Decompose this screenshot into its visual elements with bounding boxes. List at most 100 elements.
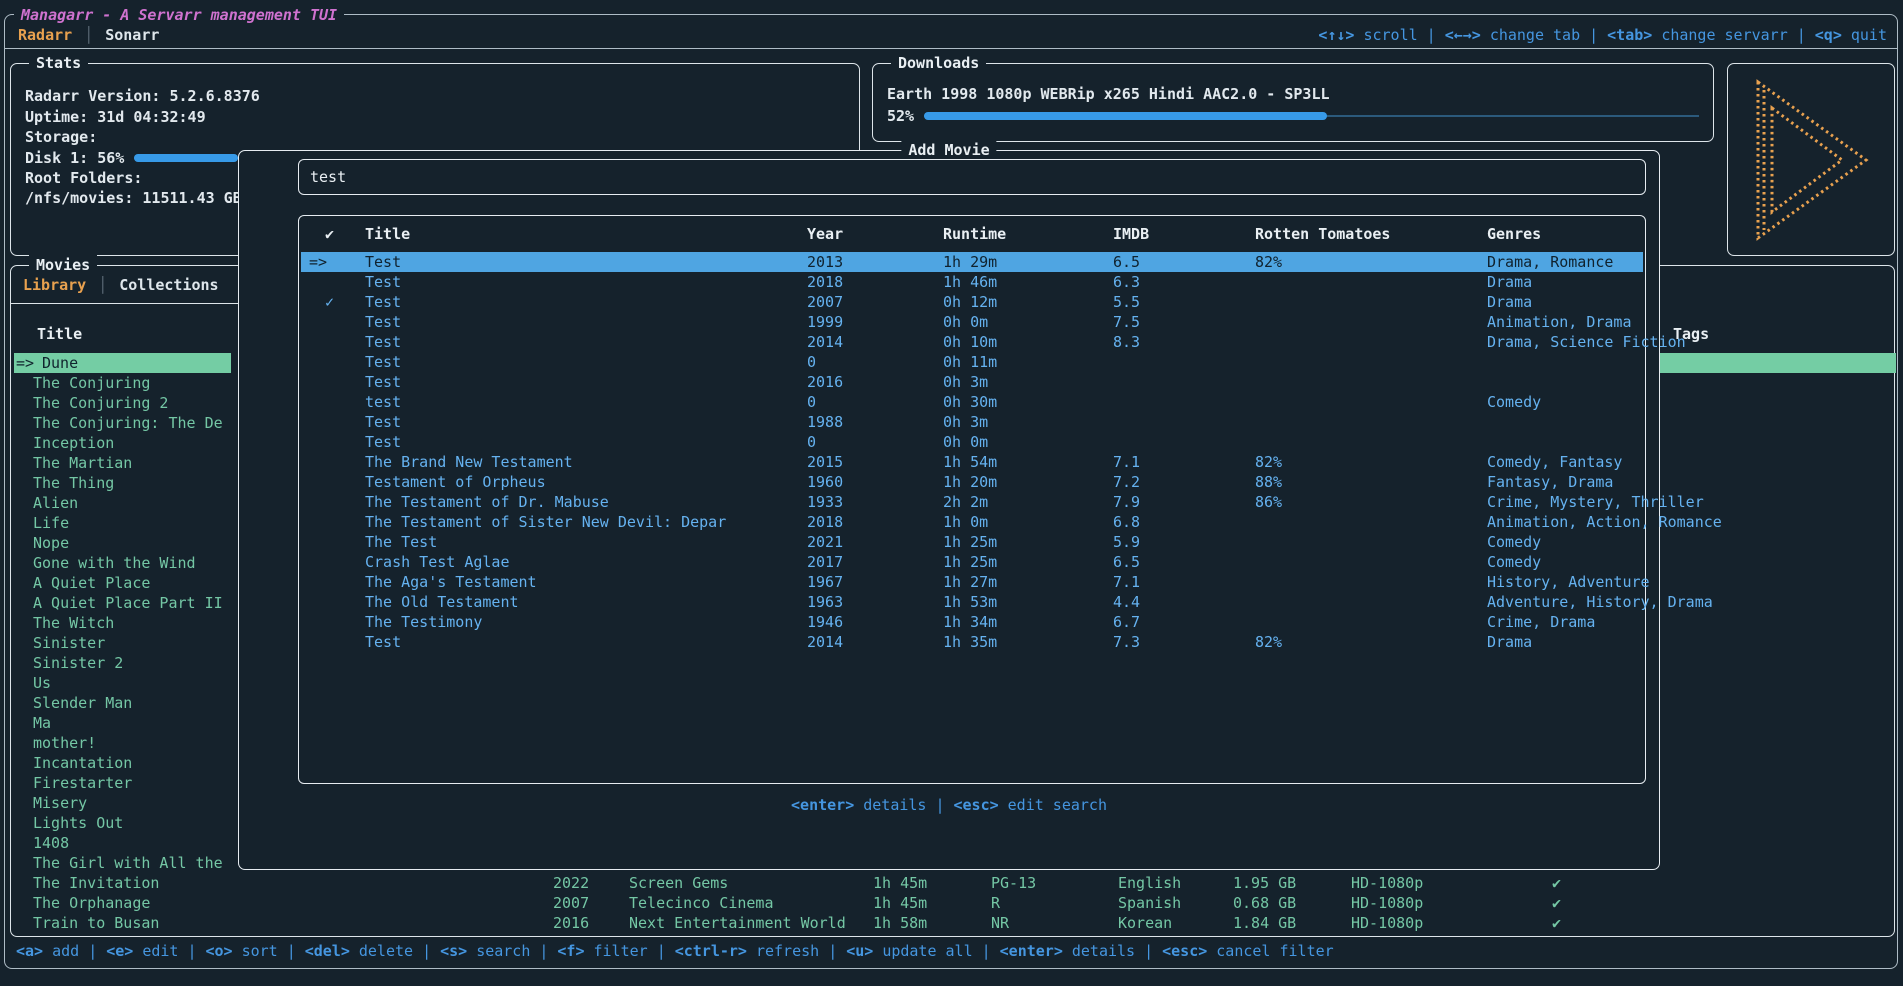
hint-key: <esc> <box>953 796 998 814</box>
result-year: 1988 <box>807 412 843 432</box>
search-result-row[interactable]: Test 0 0h 11m <box>301 352 1643 372</box>
movie-studio: Telecinco Cinema <box>629 893 774 913</box>
search-result-row[interactable]: Test 2016 0h 3m <box>301 372 1643 392</box>
result-imdb: 4.4 <box>1113 592 1140 612</box>
keyboard-hint: <enter>details <box>973 941 1135 961</box>
movie-title: mother! <box>33 733 96 753</box>
top-hints: <↑↓>scroll<←→>change tab<tab>change serv… <box>1318 25 1887 45</box>
result-runtime: 1h 25m <box>943 532 997 552</box>
result-year: 2018 <box>807 272 843 292</box>
search-result-row[interactable]: The Aga's Testament 1967 1h 27m 7.1 Hist… <box>301 572 1643 592</box>
result-imdb: 7.9 <box>1113 492 1140 512</box>
hint-label: add <box>52 942 79 960</box>
keyboard-hint: <u>update all <box>819 941 972 961</box>
result-in-library-check: ✓ <box>325 292 334 312</box>
movies-tab[interactable]: Library <box>23 275 86 295</box>
result-title: test <box>365 392 401 412</box>
results-column-rotten-tomatoes: Rotten Tomatoes <box>1255 224 1390 244</box>
stats-root-folder: /nfs/movies: 11511.43 GB <box>25 188 242 208</box>
search-result-row[interactable]: test 0 0h 30m Comedy <box>301 392 1643 412</box>
search-result-row[interactable]: Test 0 0h 0m <box>301 432 1643 452</box>
results-column-title: Title <box>365 224 410 244</box>
search-result-row[interactable]: => Test 2013 1h 29m 6.5 82% Drama, Roman… <box>301 252 1643 272</box>
search-result-row[interactable]: The Testament of Dr. Mabuse 1933 2h 2m 7… <box>301 492 1643 512</box>
result-imdb: 7.2 <box>1113 472 1140 492</box>
result-imdb: 8.3 <box>1113 332 1140 352</box>
search-result-row[interactable]: Test 2018 1h 46m 6.3 Drama <box>301 272 1643 292</box>
result-runtime: 1h 34m <box>943 612 997 632</box>
result-runtime: 0h 10m <box>943 332 997 352</box>
movies-tab[interactable]: Collections <box>86 275 218 295</box>
download-item-title: Earth 1998 1080p WEBRip x265 Hindi AAC2.… <box>887 84 1330 104</box>
result-rotten-tomatoes: 88% <box>1255 472 1282 492</box>
result-title: Test <box>365 632 401 652</box>
result-title: Crash Test Aglae <box>365 552 510 572</box>
keyboard-hint: <del>delete <box>278 941 413 961</box>
hint-label: sort <box>242 942 278 960</box>
result-runtime: 1h 20m <box>943 472 997 492</box>
movie-title: Sinister 2 <box>33 653 123 673</box>
result-title: Test <box>365 252 401 272</box>
result-year: 2007 <box>807 292 843 312</box>
search-result-row[interactable]: The Brand New Testament 2015 1h 54m 7.1 … <box>301 452 1643 472</box>
movie-title: The Thing <box>33 473 114 493</box>
result-genres: Comedy, Fantasy <box>1487 452 1622 472</box>
search-result-row[interactable]: Test 1999 0h 0m 7.5 Animation, Drama <box>301 312 1643 332</box>
hint-key: <↑↓> <box>1318 26 1354 44</box>
search-result-row[interactable]: Test 2014 0h 10m 8.3 Drama, Science Fict… <box>301 332 1643 352</box>
movie-row[interactable]: The Orphanage 2007 Telecinco Cinema 1h 4… <box>11 893 1894 913</box>
result-runtime: 1h 25m <box>943 552 997 572</box>
search-result-row[interactable]: Crash Test Aglae 2017 1h 25m 6.5 Comedy <box>301 552 1643 572</box>
movie-language: English <box>1118 873 1181 893</box>
result-genres: Comedy <box>1487 552 1541 572</box>
result-rotten-tomatoes: 82% <box>1255 452 1282 472</box>
result-year: 1967 <box>807 572 843 592</box>
result-year: 1933 <box>807 492 843 512</box>
result-year: 2018 <box>807 512 843 532</box>
movie-row[interactable]: Train to Busan 2016 Next Entertainment W… <box>11 913 1894 933</box>
movie-title: Firestarter <box>33 773 132 793</box>
result-rotten-tomatoes: 86% <box>1255 492 1282 512</box>
movie-quality: HD-1080p <box>1351 873 1423 893</box>
search-result-row[interactable]: The Testimony 1946 1h 34m 6.7 Crime, Dra… <box>301 612 1643 632</box>
movie-runtime: 1h 58m <box>873 913 927 933</box>
movie-title: The Conjuring 2 <box>33 393 168 413</box>
result-rotten-tomatoes: 82% <box>1255 632 1282 652</box>
result-imdb: 7.3 <box>1113 632 1140 652</box>
movie-row[interactable]: The Invitation 2022 Screen Gems 1h 45m P… <box>11 873 1894 893</box>
hint-key: <←→> <box>1445 26 1481 44</box>
hint-key: <enter> <box>791 796 854 814</box>
movie-runtime: 1h 45m <box>873 873 927 893</box>
result-genres: Drama, Romance <box>1487 252 1613 272</box>
movie-title: 1408 <box>33 833 69 853</box>
result-year: 2021 <box>807 532 843 552</box>
bottom-help-bar: <a>add<e>edit<o>sort<del>delete<s>search… <box>16 941 1334 961</box>
search-result-row[interactable]: Test 1988 0h 3m <box>301 412 1643 432</box>
movie-title: The Girl with All the <box>33 853 223 873</box>
tabbar-underline <box>5 48 1897 49</box>
search-result-row[interactable]: Testament of Orpheus 1960 1h 20m 7.2 88%… <box>301 472 1643 492</box>
movie-search-input[interactable] <box>299 167 1645 187</box>
movies-column-title: Title <box>37 324 82 344</box>
hint-key: <u> <box>846 942 873 960</box>
result-year: 0 <box>807 432 816 452</box>
hint-key: <a> <box>16 942 43 960</box>
add-movie-hints: <enter>details<esc>edit search <box>239 795 1659 815</box>
movie-title: The Witch <box>33 613 114 633</box>
keyboard-hint: <o> sort <box>178 941 277 961</box>
servarr-tab[interactable]: Radarr <box>18 25 72 45</box>
disk-gauge-fill <box>134 154 238 162</box>
servarr-tabbar: RadarrSonarr <↑↓>scroll<←→>change tab<ta… <box>18 25 1887 45</box>
hint-key: <o> <box>205 942 232 960</box>
search-result-row[interactable]: The Test 2021 1h 25m 5.9 Comedy <box>301 532 1643 552</box>
hint-label: details <box>1072 942 1135 960</box>
servarr-tab[interactable]: Sonarr <box>72 25 159 45</box>
search-result-row[interactable]: ✓ Test 2007 0h 12m 5.5 Drama <box>301 292 1643 312</box>
add-movie-title: Add Movie <box>901 140 996 160</box>
result-imdb: 7.1 <box>1113 452 1140 472</box>
result-runtime: 0h 3m <box>943 372 988 392</box>
search-result-row[interactable]: The Testament of Sister New Devil: Depar… <box>301 512 1643 532</box>
movie-search-box[interactable] <box>298 159 1646 195</box>
search-result-row[interactable]: Test 2014 1h 35m 7.3 82% Drama <box>301 632 1643 652</box>
search-result-row[interactable]: The Old Testament 1963 1h 53m 4.4 Advent… <box>301 592 1643 612</box>
